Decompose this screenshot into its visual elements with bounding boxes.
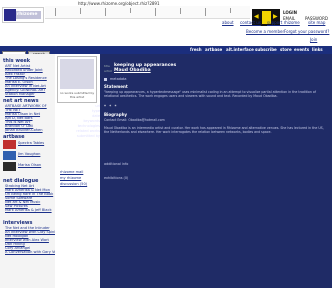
nav-artbase[interactable]: artbase: [205, 47, 222, 52]
artbase-thumbnail[interactable]: [3, 151, 16, 160]
forgot-password-link[interactable]: Forgot your password?: [284, 29, 329, 34]
metadata-link[interactable]: metadata: [110, 77, 126, 81]
biography-heading: Biography: [104, 112, 128, 117]
timeline-tick: [55, 8, 56, 16]
biography-text: Maud Obadiba is an intermedia artist and…: [104, 126, 324, 134]
contact-link[interactable]: contact us: [240, 20, 261, 25]
artwork-thumbnail[interactable]: no works submitted by this artist: [57, 56, 97, 103]
join-link[interactable]: Join: [310, 37, 317, 42]
join-row: Join: [230, 37, 330, 43]
statement-text: "keeping up appearances, a hypertextmess…: [104, 90, 316, 98]
artist-name-link[interactable]: Maud Obadiba: [114, 68, 151, 73]
detail-labels: url type date keywords technologies rela…: [55, 100, 100, 180]
artbase-thumbnail[interactable]: [3, 140, 16, 149]
logo-text: rhizome: [17, 12, 38, 17]
timeline-tick: [155, 8, 156, 16]
timeline-strip[interactable]: [45, 6, 250, 19]
nav-alt-interface[interactable]: alt.interface: [226, 47, 254, 52]
timeline-tick: [205, 8, 206, 16]
rhizome-mail-link[interactable]: rhizome mail: [60, 170, 83, 174]
detail-label: type: [92, 109, 100, 113]
biography-contact: Contact Email: Obadiba@hotmail.com: [104, 118, 165, 122]
divider-stars: * * *: [104, 104, 118, 109]
thumbnail-image: [60, 59, 94, 89]
nav-links[interactable]: links: [312, 47, 323, 52]
detail-label: date: [92, 114, 100, 118]
timeline-tick: [230, 8, 231, 13]
statement-heading: Statement: [104, 84, 128, 89]
sidebar-item[interactable]: Spectra Tables: [18, 141, 44, 145]
become-member-link[interactable]: Become a member: [246, 29, 284, 34]
additional-info-link[interactable]: additional info: [104, 162, 128, 166]
thumbnail-caption: no works submitted by this artist: [59, 91, 95, 99]
left-sidebar: this week ART Net Artist Recorded under …: [0, 54, 59, 288]
title-label: title: [104, 64, 110, 68]
detail-label: submitted by: [76, 134, 100, 138]
nav-fresh[interactable]: fresh: [190, 47, 202, 52]
login-label[interactable]: LOGIN: [283, 10, 297, 15]
discussion-link[interactable]: discussion (50): [60, 182, 87, 186]
artist-label: artist: [104, 69, 112, 73]
nav-events[interactable]: events: [294, 47, 309, 52]
site-map-link[interactable]: site map: [308, 20, 325, 25]
exhibitions-link[interactable]: exhibitions (0): [104, 176, 128, 180]
logo-mark-icon: [4, 9, 16, 21]
detail-label: related works: [76, 129, 100, 133]
timeline-tick: [80, 8, 81, 14]
detail-label: keywords: [83, 119, 100, 123]
about-link[interactable]: about: [222, 20, 234, 25]
sidebar-item[interactable]: Station Manager: [5, 92, 35, 96]
my-rhizome-link[interactable]: my rhizome: [60, 176, 81, 180]
top-links: about contact us support rhizome site ma…: [222, 20, 332, 28]
support-link[interactable]: support rhizome: [267, 20, 300, 25]
artbase-thumbnail[interactable]: [3, 162, 16, 171]
sidebar-item[interactable]: Jim Vaughan: [18, 152, 40, 156]
sidebar-item[interactable]: Mark Amerika & Jeff Black: [5, 208, 52, 212]
metadata-icon: [104, 78, 107, 81]
nav-store[interactable]: store: [280, 47, 292, 52]
rhizome-logo[interactable]: rhizome: [2, 7, 44, 23]
timeline-tick: [130, 8, 131, 13]
nav-subscribe[interactable]: subscribe: [255, 47, 277, 52]
auth-links: Become a member Forgot your password?: [190, 29, 330, 35]
detail-label: url: [95, 104, 100, 108]
timeline-tick: [180, 8, 181, 14]
detail-label: technologies: [77, 124, 100, 128]
sidebar-item[interactable]: Jonah Brucker-Cohen: [5, 128, 43, 132]
timeline-tick: [105, 8, 106, 16]
sidebar-item[interactable]: A Conversation with Gary Vee: [5, 250, 59, 254]
sidebar-item[interactable]: Marisa Olson: [18, 163, 41, 167]
